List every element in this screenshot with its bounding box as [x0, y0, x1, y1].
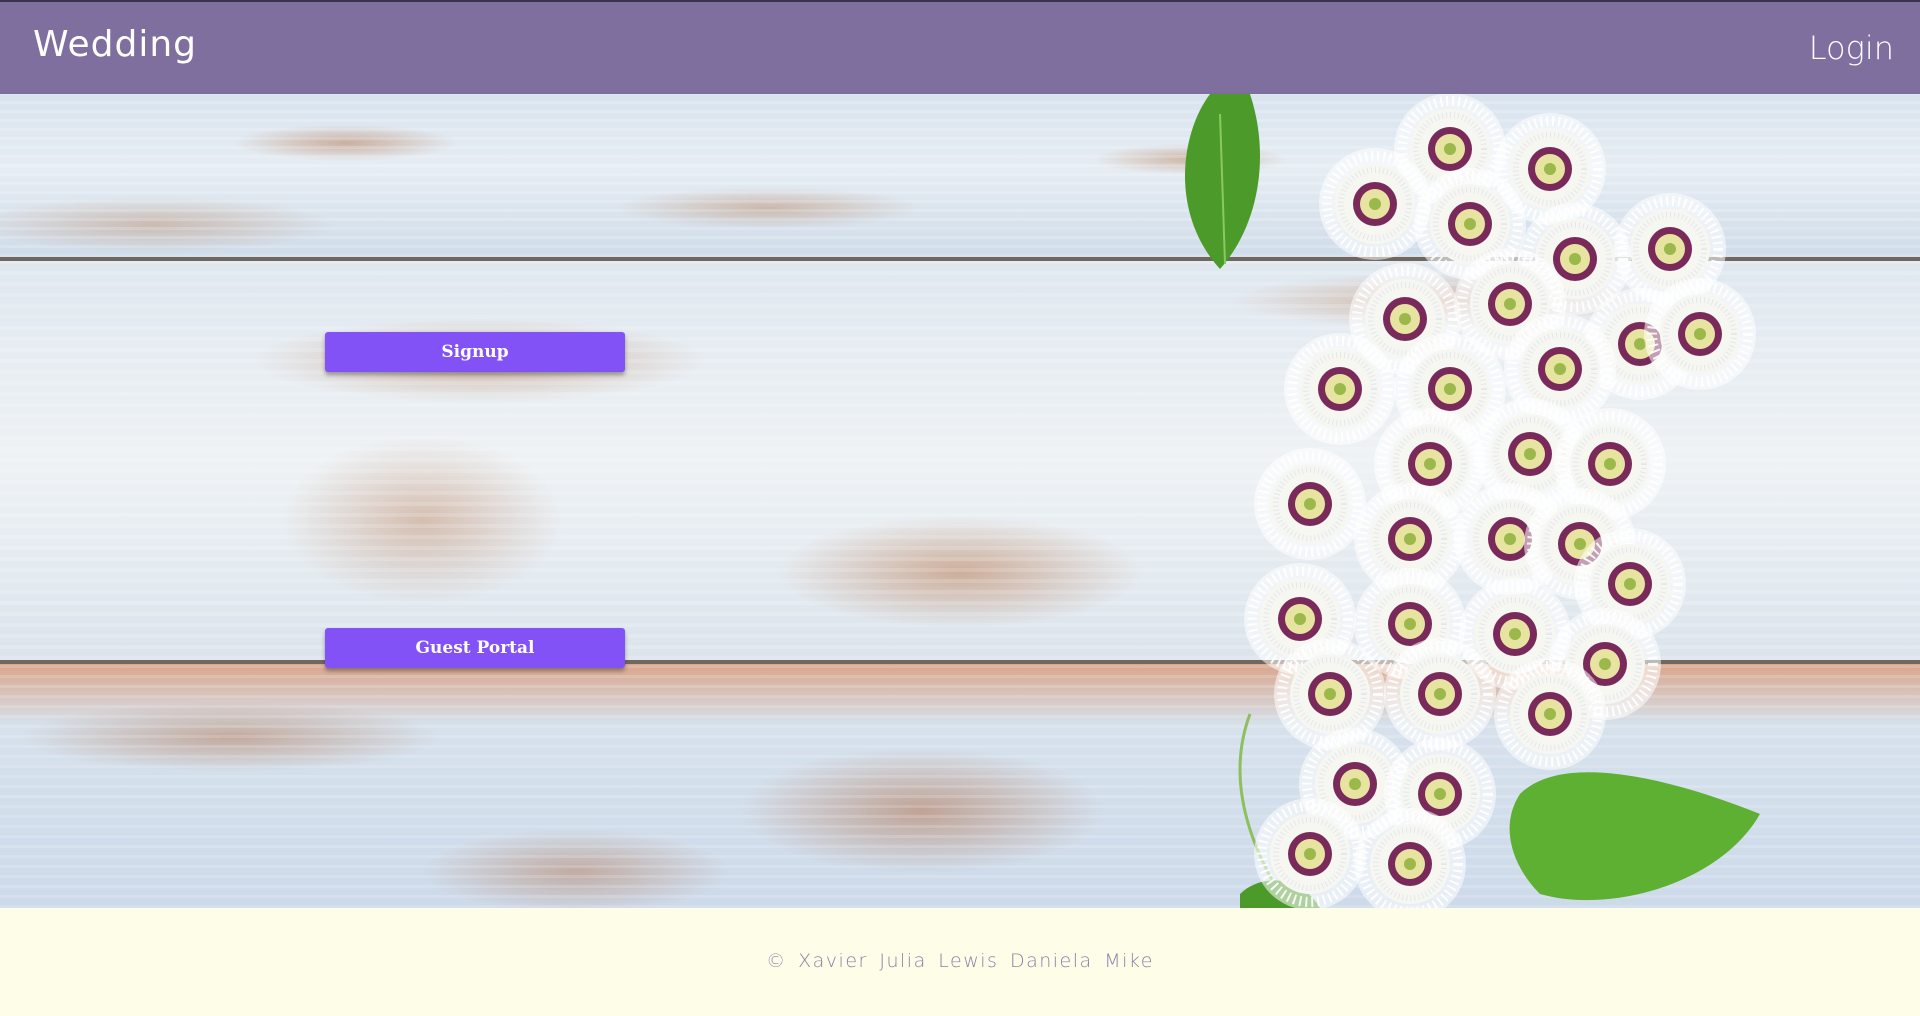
copyright-text: © Xavier Julia Lewis Daniela Mike: [766, 950, 1154, 972]
footer: © Xavier Julia Lewis Daniela Mike: [0, 908, 1920, 1016]
signup-button[interactable]: Signup: [325, 332, 625, 372]
guest-portal-button[interactable]: Guest Portal: [325, 628, 625, 668]
hero-banner: Signup Guest Portal: [0, 94, 1920, 908]
brand-link[interactable]: Wedding: [33, 24, 197, 65]
navbar: Wedding Login: [0, 2, 1920, 94]
login-link[interactable]: Login: [1809, 29, 1894, 67]
flower-decoration-image: [1185, 94, 1920, 908]
